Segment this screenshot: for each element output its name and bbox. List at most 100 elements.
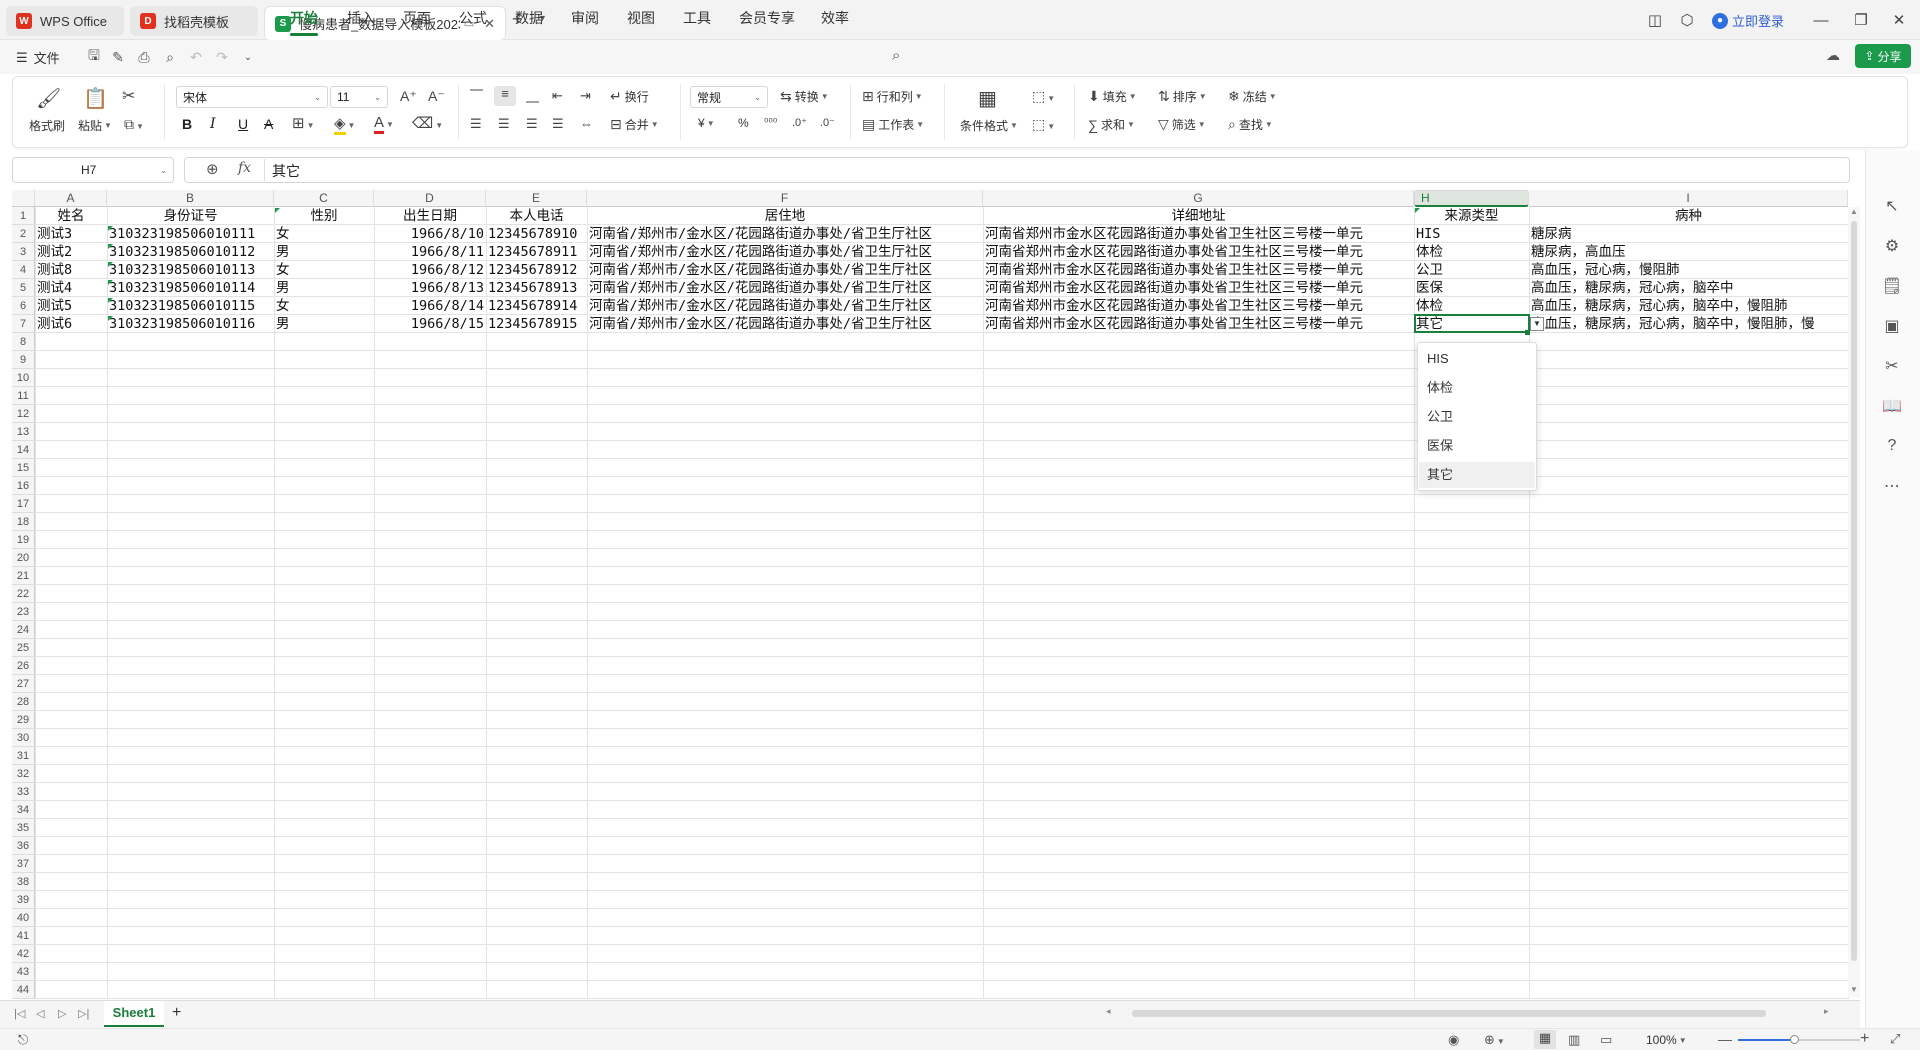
image-icon[interactable]: ▣	[1880, 314, 1904, 338]
search-icon[interactable]: ⌕	[892, 47, 900, 64]
cell-id[interactable]: 310323198506010116	[107, 315, 274, 333]
cell-address[interactable]: 河南省郑州市金水区花园路街道办事处省卫生社区三号楼一单元	[983, 225, 1414, 243]
function-icon[interactable]: fx	[238, 160, 251, 176]
dropdown-option-gongwei[interactable]: 公卫	[1419, 404, 1535, 430]
column-header-g[interactable]: G	[983, 190, 1414, 207]
row-header-26[interactable]: 26	[12, 657, 35, 675]
merge-button[interactable]: ⊟ 合并 ▼	[610, 116, 659, 133]
menu-efficiency[interactable]: 效率	[821, 8, 849, 28]
header-cell-birth[interactable]: 出生日期	[374, 207, 486, 225]
row-header-7[interactable]: 7	[12, 315, 35, 333]
scroll-left-icon[interactable]: ◂	[1106, 1006, 1111, 1017]
view-mode-icon[interactable]: ⊕ ▼	[1484, 1032, 1505, 1048]
row-header-11[interactable]: 11	[12, 387, 35, 405]
cell-gender[interactable]: 男	[274, 279, 374, 297]
decrease-decimal-icon[interactable]: .0⁻	[820, 116, 835, 129]
cell-name[interactable]: 测试4	[35, 279, 107, 297]
format-painter-button[interactable]: 格式刷	[29, 117, 65, 134]
eraser-icon[interactable]: ⌫ ▼	[412, 114, 443, 132]
minimize-icon[interactable]: —	[1806, 8, 1836, 32]
row-header-32[interactable]: 32	[12, 765, 35, 783]
header-cell-residence[interactable]: 居住地	[587, 207, 983, 225]
fill-button[interactable]: ⬇ 填充 ▼	[1088, 88, 1137, 105]
indent-increase-icon[interactable]: ⇥	[580, 88, 591, 104]
row-header-31[interactable]: 31	[12, 747, 35, 765]
header-cell-name[interactable]: 姓名	[35, 207, 107, 225]
tab-wps-office[interactable]: W WPS Office	[6, 6, 124, 36]
align-bottom-icon[interactable]: ⎽	[526, 88, 539, 104]
italic-icon[interactable]: I	[210, 116, 216, 132]
row-header-33[interactable]: 33	[12, 783, 35, 801]
row-header-2[interactable]: 2	[12, 225, 35, 243]
dropdown-option-tijian[interactable]: 体检	[1419, 375, 1535, 401]
cell-birth[interactable]: 1966/8/13	[374, 279, 486, 297]
table-style-icon[interactable]: ⬚ ▼	[1032, 116, 1055, 133]
border-icon[interactable]: ⊞ ▼	[292, 114, 315, 132]
row-header-42[interactable]: 42	[12, 945, 35, 963]
row-header-4[interactable]: 4	[12, 261, 35, 279]
menu-insert[interactable]: 插入	[347, 8, 375, 28]
dropdown-option-yibao[interactable]: 医保	[1419, 433, 1535, 459]
fill-color-icon[interactable]: ◈ ▼	[334, 114, 355, 135]
freeze-button[interactable]: ❄ 冻结 ▼	[1228, 88, 1277, 105]
cell-address[interactable]: 河南省郑州市金水区花园路街道办事处省卫生社区三号楼一单元	[983, 297, 1414, 315]
row-header-39[interactable]: 39	[12, 891, 35, 909]
cell-phone[interactable]: 12345678915	[486, 315, 587, 333]
column-header-a[interactable]: A	[35, 190, 107, 207]
row-header-37[interactable]: 37	[12, 855, 35, 873]
cell-address[interactable]: 河南省郑州市金水区花园路街道办事处省卫生社区三号楼一单元	[983, 243, 1414, 261]
column-header-e[interactable]: E	[486, 190, 587, 207]
currency-button[interactable]: ¥ ▼	[698, 116, 715, 130]
fullscreen-icon[interactable]: ⤢	[1890, 1031, 1900, 1047]
cell-name[interactable]: 测试6	[35, 315, 107, 333]
header-cell-source[interactable]: 来源类型	[1414, 207, 1529, 225]
cell-disease[interactable]: 高血压，糖尿病，冠心病，脑卒中，慢阻肺，慢	[1529, 315, 1848, 333]
row-header-13[interactable]: 13	[12, 423, 35, 441]
increase-font-icon[interactable]: A⁺	[400, 88, 417, 105]
menu-tools[interactable]: 工具	[683, 8, 711, 28]
align-center-icon[interactable]: ☰	[498, 116, 510, 132]
cell-birth[interactable]: 1966/8/11	[374, 243, 486, 261]
close-window-icon[interactable]: ✕	[1884, 8, 1914, 32]
last-sheet-icon[interactable]: ▷|	[78, 1007, 89, 1020]
conditional-format-icon[interactable]: ▦	[978, 86, 997, 111]
row-header-19[interactable]: 19	[12, 531, 35, 549]
align-right-icon[interactable]: ☰	[526, 116, 538, 132]
cell-residence[interactable]: 河南省/郑州市/金水区/花园路街道办事处/省卫生厅社区	[587, 225, 983, 243]
row-header-22[interactable]: 22	[12, 585, 35, 603]
edit-icon[interactable]: ✎	[108, 47, 128, 67]
row-header-14[interactable]: 14	[12, 441, 35, 459]
cell-name[interactable]: 测试3	[35, 225, 107, 243]
header-cell-address[interactable]: 详细地址	[983, 207, 1414, 225]
cell-style-icon[interactable]: ⬚ ▼	[1032, 88, 1055, 105]
cell-residence[interactable]: 河南省/郑州市/金水区/花园路街道办事处/省卫生厅社区	[587, 261, 983, 279]
menu-view[interactable]: 视图	[627, 8, 655, 28]
row-header-28[interactable]: 28	[12, 693, 35, 711]
cell-source[interactable]: 公卫	[1414, 261, 1529, 279]
normal-view-icon[interactable]: ▦	[1534, 1030, 1556, 1049]
redo-icon[interactable]: ↷	[212, 47, 232, 67]
header-cell-id[interactable]: 身份证号	[107, 207, 274, 225]
next-sheet-icon[interactable]: ▷	[58, 1007, 66, 1020]
zoom-select[interactable]: 100% ▼	[1646, 1033, 1687, 1047]
row-header-12[interactable]: 12	[12, 405, 35, 423]
decrease-font-icon[interactable]: A⁻	[428, 88, 445, 105]
cell-source[interactable]: 体检	[1414, 243, 1529, 261]
cell-id[interactable]: 310323198506010111	[107, 225, 274, 243]
row-header-34[interactable]: 34	[12, 801, 35, 819]
increase-decimal-icon[interactable]: .0⁺	[792, 116, 807, 129]
formula-input-box[interactable]	[184, 157, 1850, 183]
column-header-c[interactable]: C	[274, 190, 374, 207]
cell-gender[interactable]: 女	[274, 261, 374, 279]
strikethrough-icon[interactable]: A	[264, 116, 273, 132]
cell-address[interactable]: 河南省郑州市金水区花园路街道办事处省卫生社区三号楼一单元	[983, 315, 1414, 333]
convert-button[interactable]: ⇆ 转换 ▼	[780, 88, 829, 105]
settings-sliders-icon[interactable]: ⚙	[1880, 234, 1904, 258]
row-header-18[interactable]: 18	[12, 513, 35, 531]
cell-name[interactable]: 测试2	[35, 243, 107, 261]
scroll-down-icon[interactable]: ▼	[1850, 985, 1858, 994]
zoom-formula-icon[interactable]: ⊕	[206, 160, 219, 178]
cell-disease[interactable]: 高血压，糖尿病，冠心病，脑卒中	[1529, 279, 1848, 297]
justify-icon[interactable]: ☰	[552, 116, 564, 132]
cell-phone[interactable]: 12345678913	[486, 279, 587, 297]
